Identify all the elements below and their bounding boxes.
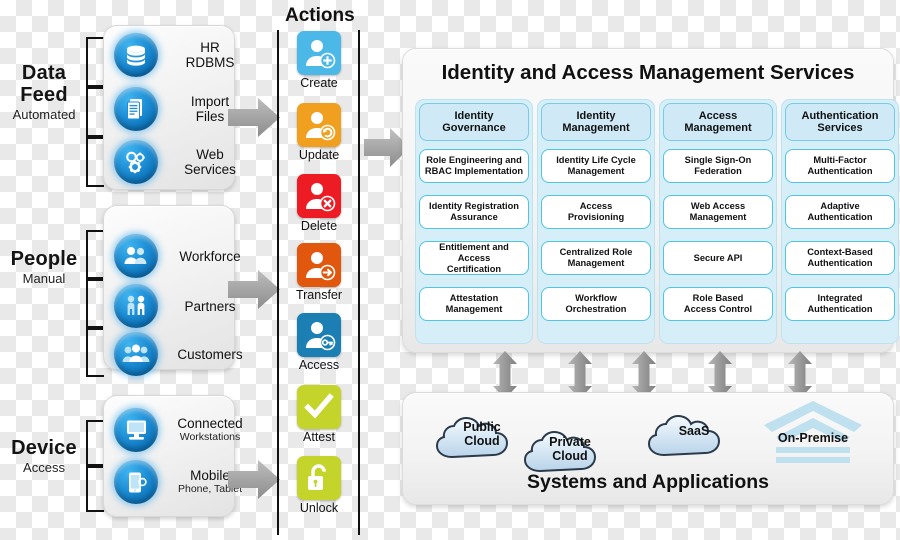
group-title: People	[10, 248, 78, 270]
iam-service-item[interactable]: Role Engineering and RBAC Implementation	[419, 149, 529, 183]
action-update[interactable]: Update	[295, 103, 343, 163]
iam-column-header: Identity Governance	[419, 103, 529, 141]
action-access[interactable]: Access	[295, 313, 343, 373]
database-icon	[114, 33, 158, 77]
source-item-label: Workforce	[179, 248, 241, 264]
user-transfer-icon	[297, 243, 341, 287]
bracket-line	[86, 87, 104, 137]
bracket-line	[86, 328, 104, 377]
group-title: Data Feed	[20, 62, 68, 106]
group-subtitle: Manual	[22, 271, 66, 286]
gears-icon	[114, 140, 158, 184]
iam-column-header: Access Management	[663, 103, 773, 141]
on-premise-node[interactable]: On-Premise	[758, 399, 868, 471]
iam-service-item[interactable]: Web Access Management	[663, 195, 773, 229]
source-group-label-device: Device Access	[0, 437, 88, 476]
flow-arrow-device	[228, 460, 280, 500]
cloud-node-saas[interactable]: SaaS	[640, 403, 748, 465]
action-delete[interactable]: Delete	[295, 174, 343, 234]
action-label: Update	[298, 148, 340, 162]
source-item-label: Web Services	[184, 147, 236, 177]
systems-panel-title: Systems and Applications	[526, 471, 769, 493]
bracket-line	[86, 230, 104, 279]
action-label: Access	[298, 358, 340, 372]
source-item-label: Connected Workstations	[177, 416, 243, 443]
mobile-icon	[114, 460, 158, 504]
source-item-customers[interactable]: Customers	[114, 332, 253, 376]
iam-service-item[interactable]: Centralized Role Management	[541, 241, 651, 275]
bracket-line	[86, 466, 104, 512]
iam-service-item[interactable]: Identity Registration Assurance	[419, 195, 529, 229]
group-subtitle: Access	[23, 460, 65, 475]
iam-service-item[interactable]: Attestation Management	[419, 287, 529, 321]
iam-service-item[interactable]: Single Sign-On Federation	[663, 149, 773, 183]
source-group-label-people: People Manual	[0, 248, 88, 287]
action-attest[interactable]: Attest	[295, 385, 343, 445]
bracket-line	[86, 137, 104, 187]
iam-column-authentication-services: Authentication Services Multi-Factor Aut…	[781, 99, 899, 344]
handshake-icon	[114, 284, 158, 328]
iam-column-identity-governance: Identity Governance Role Engineering and…	[415, 99, 533, 344]
iam-service-item[interactable]: Entitlement and Access Certification	[419, 241, 529, 275]
cloud-label: Private Cloud	[549, 435, 591, 463]
iam-column-access-management: Access Management Single Sign-On Federat…	[659, 99, 777, 344]
iam-service-item[interactable]: Secure API	[663, 241, 773, 275]
iam-service-item[interactable]: Adaptive Authentication	[785, 195, 895, 229]
cloud-label: Public Cloud	[463, 420, 501, 448]
workstation-icon	[114, 408, 158, 452]
flow-arrow-data-feed	[228, 98, 280, 138]
group-title: Device	[11, 437, 77, 459]
iam-services-panel: Identity and Access Management Services …	[402, 48, 899, 353]
user-add-icon	[297, 31, 341, 75]
iam-column-header: Authentication Services	[785, 103, 895, 141]
iam-service-item[interactable]: Multi-Factor Authentication	[785, 149, 895, 183]
actions-title: Actions	[285, 5, 355, 26]
iam-service-item[interactable]: Access Provisioning	[541, 195, 651, 229]
source-item-hr-rdbms[interactable]: HR RDBMS	[114, 33, 253, 77]
systems-and-applications-panel: Public Cloud Private Cloud SaaS On-Premi…	[402, 392, 894, 505]
iam-column-identity-management: Identity Management Identity Life Cycle …	[537, 99, 655, 344]
bracket-line	[86, 37, 104, 87]
on-premise-label: On-Premise	[777, 431, 849, 445]
actions-right-divider	[358, 30, 360, 535]
iam-service-item[interactable]: Integrated Authentication	[785, 287, 895, 321]
source-item-label: HR RDBMS	[185, 40, 235, 70]
action-unlock[interactable]: Unlock	[295, 456, 343, 516]
bracket-line	[86, 420, 104, 466]
action-label: Attest	[303, 430, 335, 444]
action-transfer[interactable]: Transfer	[295, 243, 343, 303]
iam-service-item[interactable]: Role Based Access Control	[663, 287, 773, 321]
source-group-label-data-feed: Data Feed Automated	[0, 62, 88, 123]
iam-service-item[interactable]: Identity Life Cycle Management	[541, 149, 651, 183]
source-item-label: Customers	[177, 346, 243, 362]
iam-service-item[interactable]: Workflow Orchestration	[541, 287, 651, 321]
group-icon	[114, 234, 158, 278]
action-label: Create	[300, 76, 338, 90]
source-item-web-services[interactable]: Web Services	[114, 140, 253, 184]
group-subtitle: Automated	[12, 107, 76, 122]
checkmark-icon	[297, 385, 341, 429]
user-key-icon	[297, 313, 341, 357]
customers-icon	[114, 332, 158, 376]
user-delete-icon	[297, 174, 341, 218]
cloud-label: SaaS	[678, 424, 710, 438]
open-padlock-icon	[297, 456, 341, 500]
flow-arrow-people	[228, 270, 280, 310]
document-icon	[114, 87, 158, 131]
iam-column-header: Identity Management	[541, 103, 651, 141]
bracket-line	[86, 279, 104, 328]
iam-panel-title: Identity and Access Management Services	[441, 61, 855, 84]
action-label: Delete	[300, 219, 338, 233]
actions-left-divider	[277, 30, 279, 535]
source-item-connected-workstations[interactable]: Connected Workstations	[114, 408, 253, 452]
action-create[interactable]: Create	[295, 31, 343, 91]
iam-service-item[interactable]: Context-Based Authentication	[785, 241, 895, 275]
action-label: Transfer	[295, 288, 343, 302]
action-label: Unlock	[299, 501, 339, 515]
user-refresh-icon	[297, 103, 341, 147]
